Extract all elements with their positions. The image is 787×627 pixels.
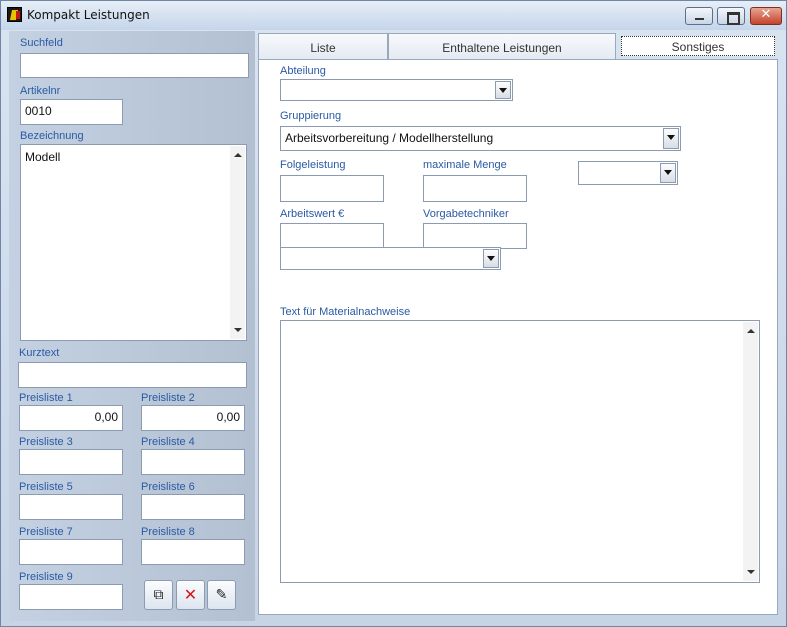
edit-button[interactable]: ✎ [207, 580, 236, 610]
preisliste-6-input[interactable] [141, 494, 245, 520]
preisliste-5-input[interactable] [19, 494, 123, 520]
chevron-down-icon[interactable] [483, 249, 499, 268]
suchfeld-label: Suchfeld [20, 37, 63, 49]
artikelnr-label: Artikelnr [20, 85, 61, 97]
materialnachweise-scrollbar[interactable] [743, 322, 758, 581]
chevron-down-icon[interactable] [660, 163, 676, 183]
preisliste-9-label: Preisliste 9 [19, 571, 73, 583]
edit-icon: ✎ [215, 587, 228, 603]
tab-bar: Liste Enthaltene Leistungen Sonstiges [258, 33, 778, 60]
maximale-menge-label: maximale Menge [423, 159, 507, 171]
preisliste-4-label: Preisliste 4 [141, 436, 195, 448]
vorgabetechniker-input[interactable] [423, 223, 527, 249]
scroll-up-icon[interactable] [747, 329, 755, 333]
techniker-select[interactable] [280, 247, 501, 270]
bezeichnung-scrollbar[interactable] [230, 146, 245, 339]
folgeleistung-input[interactable] [280, 175, 384, 202]
bezeichnung-label: Bezeichnung [20, 130, 84, 142]
preisliste-1-label: Preisliste 1 [19, 392, 73, 404]
maximale-menge-input[interactable] [423, 175, 527, 202]
kurztext-input[interactable] [18, 362, 247, 388]
bezeichnung-text: Modell [25, 150, 61, 164]
title-bar[interactable]: Kompakt Leistungen ✕ [1, 1, 786, 30]
tab-liste[interactable]: Liste [258, 33, 388, 60]
scroll-down-icon[interactable] [234, 328, 242, 332]
close-icon: ✕ [760, 7, 772, 22]
main-window: Kompakt Leistungen ✕ Suchfeld Artikelnr … [0, 0, 787, 627]
preisliste-7-label: Preisliste 7 [19, 526, 73, 538]
app-logo-icon [7, 7, 22, 22]
preisliste-4-input[interactable] [141, 449, 245, 475]
artikelnr-input[interactable]: 0010 [20, 99, 123, 125]
preisliste-8-label: Preisliste 8 [141, 526, 195, 538]
preisliste-1-input[interactable]: 0,00 [19, 405, 123, 431]
menge-unit-select[interactable] [578, 161, 678, 185]
minimize-button[interactable] [685, 7, 713, 25]
suchfeld-input[interactable] [20, 53, 249, 78]
close-button[interactable]: ✕ [750, 7, 782, 25]
folgeleistung-label: Folgeleistung [280, 159, 346, 171]
kurztext-label: Kurztext [19, 347, 60, 359]
chevron-down-icon[interactable] [663, 128, 679, 149]
preisliste-9-input[interactable] [19, 584, 123, 610]
delete-button[interactable]: ✕ [176, 580, 205, 610]
materialnachweise-label: Text für Materialnachweise [280, 306, 411, 318]
preisliste-8-input[interactable] [141, 539, 245, 565]
chevron-down-icon[interactable] [495, 81, 511, 99]
gruppierung-label: Gruppierung [280, 110, 342, 122]
arbeitswert-label: Arbeitswert € [280, 208, 345, 220]
preisliste-5-label: Preisliste 5 [19, 481, 73, 493]
abteilung-label: Abteilung [280, 65, 326, 77]
preisliste-2-input[interactable]: 0,00 [141, 405, 245, 431]
materialnachweise-textarea[interactable] [280, 320, 760, 583]
window-title: Kompakt Leistungen [27, 8, 150, 22]
tab-enthaltene-leistungen[interactable]: Enthaltene Leistungen [388, 33, 616, 60]
gruppierung-value: Arbeitsvorbereitung / Modellherstellung [285, 131, 494, 145]
copy-icon: ⧉ [153, 587, 164, 603]
vorgabetechniker-label: Vorgabetechniker [423, 208, 509, 220]
scroll-down-icon[interactable] [747, 570, 755, 574]
maximize-button[interactable] [717, 7, 745, 25]
preisliste-3-input[interactable] [19, 449, 123, 475]
gruppierung-select[interactable]: Arbeitsvorbereitung / Modellherstellung [280, 126, 681, 151]
preisliste-7-input[interactable] [19, 539, 123, 565]
bezeichnung-textarea[interactable]: Modell [20, 144, 247, 341]
tab-sonstiges[interactable]: Sonstiges [621, 36, 775, 56]
delete-icon: ✕ [183, 585, 198, 604]
scroll-up-icon[interactable] [234, 153, 242, 157]
copy-button[interactable]: ⧉ [144, 580, 173, 610]
preisliste-6-label: Preisliste 6 [141, 481, 195, 493]
preisliste-2-label: Preisliste 2 [141, 392, 195, 404]
arbeitswert-input[interactable] [280, 223, 384, 249]
preisliste-3-label: Preisliste 3 [19, 436, 73, 448]
abteilung-select[interactable] [280, 79, 513, 101]
